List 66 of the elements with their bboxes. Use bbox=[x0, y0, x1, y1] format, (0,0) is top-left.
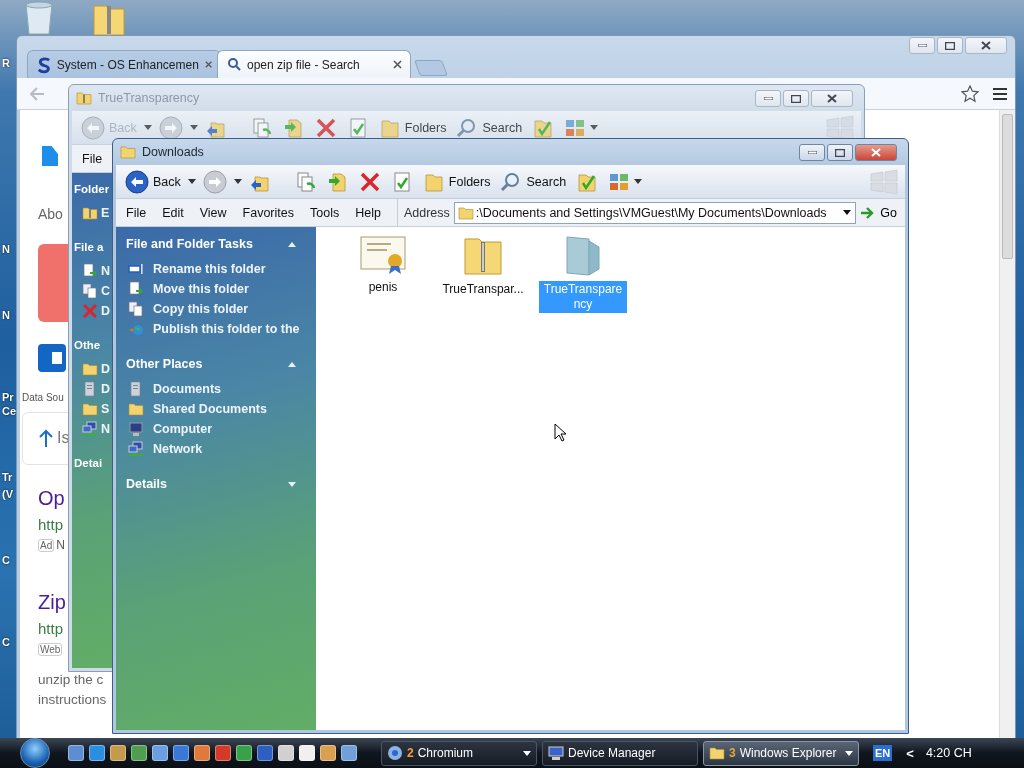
window-count: 2 bbox=[407, 746, 414, 760]
menu-item[interactable]: File bbox=[120, 205, 153, 220]
desktop-icon-label: C bbox=[2, 635, 11, 649]
go-button[interactable]: Go bbox=[856, 205, 905, 220]
section-title: Detai bbox=[74, 457, 103, 469]
task-link[interactable]: Move this folder bbox=[153, 282, 249, 296]
task-link[interactable]: D bbox=[101, 304, 111, 318]
window-count: 3 bbox=[729, 746, 736, 760]
result-snippet: instructions bbox=[38, 692, 107, 708]
desktop-icon-label: Pr bbox=[2, 390, 15, 404]
result-snippet: unzip the c bbox=[38, 671, 104, 688]
window-title: Downloads bbox=[142, 145, 204, 159]
result-tag: Web bbox=[38, 642, 63, 656]
task-link[interactable]: Shared Documents bbox=[153, 402, 267, 416]
language-indicator[interactable]: EN bbox=[873, 745, 893, 761]
menu-item[interactable]: Favorites bbox=[236, 205, 300, 220]
result-url[interactable]: http bbox=[38, 619, 64, 637]
file-name[interactable]: TrueTranspar... bbox=[440, 281, 526, 298]
desktop-icon-label: C bbox=[2, 553, 11, 567]
task-link[interactable]: Documents bbox=[153, 382, 222, 396]
task-link[interactable]: N bbox=[101, 264, 111, 278]
data-source-label: Data Sou bbox=[22, 392, 64, 404]
task-link[interactable]: Computer bbox=[153, 422, 213, 436]
back-button[interactable]: Back bbox=[122, 167, 184, 196]
section-title: Othe bbox=[74, 339, 101, 351]
search-button[interactable]: Search bbox=[453, 114, 526, 141]
search-button[interactable]: Search bbox=[497, 168, 570, 195]
menu-item[interactable]: Edit bbox=[156, 205, 190, 220]
task-link[interactable]: Rename this folder bbox=[153, 262, 266, 276]
result-title[interactable]: Zip bbox=[38, 590, 66, 614]
taskbar-button[interactable]: Device Manager bbox=[542, 740, 698, 766]
window-title: TrueTransparency bbox=[98, 91, 200, 105]
section-title: Other Places bbox=[126, 357, 203, 371]
section-title: File a bbox=[74, 241, 104, 253]
section-title: Folder bbox=[74, 183, 110, 195]
section-title: Details bbox=[126, 477, 167, 491]
about-text: Abo bbox=[38, 206, 63, 223]
desktop-icon-label: Ce bbox=[2, 404, 16, 418]
task-link[interactable]: C bbox=[101, 284, 111, 298]
desktop-icon-label: N bbox=[2, 242, 11, 256]
folders-button[interactable]: Folders bbox=[419, 168, 494, 195]
section-title: File and Folder Tasks bbox=[126, 237, 253, 251]
desktop-icon-label: Tr bbox=[2, 470, 14, 484]
show-hidden-icons-button[interactable]: < bbox=[906, 745, 914, 761]
result-meta: N bbox=[56, 538, 65, 553]
task-link[interactable]: Copy this folder bbox=[153, 302, 249, 316]
task-link[interactable]: E bbox=[101, 206, 110, 220]
taskbar-button[interactable]: 3 Windows Explorer bbox=[703, 740, 859, 766]
menu-item[interactable]: View bbox=[193, 205, 233, 220]
address-field[interactable]: :\Documents and Settings\VMGuest\My Documents\Downloads bbox=[453, 201, 857, 224]
result-title[interactable]: Op bbox=[38, 486, 65, 510]
menu-item[interactable]: Help bbox=[349, 205, 387, 220]
menu-item[interactable]: File bbox=[76, 151, 109, 166]
address-label: Address bbox=[402, 205, 451, 220]
task-link[interactable]: Publish this folder to the bbox=[153, 322, 300, 336]
result-url[interactable]: http bbox=[38, 515, 64, 533]
desktop-icon-label: (V bbox=[2, 487, 14, 501]
taskbar-button[interactable]: 2 Chromium bbox=[381, 740, 537, 766]
clock: 4:20 CH bbox=[925, 746, 972, 760]
menu-item[interactable]: Tools bbox=[304, 205, 346, 220]
file-name[interactable]: penis bbox=[366, 279, 400, 296]
browser-tab[interactable]: open zip file - Search bbox=[217, 50, 411, 78]
desktop-icon-label: N bbox=[2, 308, 11, 322]
desktop-icon-label: R bbox=[2, 56, 11, 70]
folders-button[interactable]: Folders bbox=[375, 114, 450, 141]
result-tag: Ad bbox=[38, 539, 55, 553]
